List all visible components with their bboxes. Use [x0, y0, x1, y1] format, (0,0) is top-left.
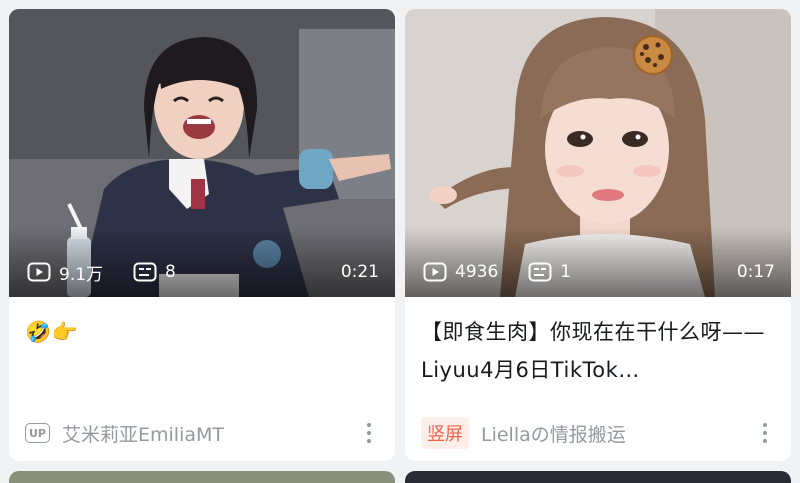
next-video-card-peek[interactable]	[405, 471, 791, 483]
author-name[interactable]: 艾米莉亚EmiliaMT	[62, 420, 224, 447]
view-count: 4936	[423, 262, 498, 282]
next-video-card-peek[interactable]	[9, 471, 395, 483]
video-stats: 4936 1 0:17	[423, 259, 775, 285]
more-vertical-icon[interactable]	[755, 418, 775, 448]
comment-count: 8	[133, 262, 176, 282]
video-thumbnail[interactable]: 9.1万 8 0:21	[9, 9, 395, 297]
video-title[interactable]: 🤣👉	[25, 313, 377, 351]
video-duration: 0:21	[340, 262, 379, 282]
view-count: 9.1万	[27, 260, 103, 285]
play-count-icon	[27, 262, 51, 282]
comment-count: 1	[528, 262, 571, 282]
play-count-icon	[423, 262, 447, 282]
up-badge: UP	[25, 423, 50, 443]
video-title[interactable]: 【即食生肉】你现在在干什么呀——Liyuu4月6日TikTok…	[421, 313, 773, 389]
author-name[interactable]: Liellaの情报搬运	[481, 420, 626, 447]
video-duration: 0:17	[736, 262, 775, 282]
danmaku-icon	[528, 262, 552, 282]
more-vertical-icon[interactable]	[359, 418, 379, 448]
video-meta: 竖屏 Liellaの情报搬运	[421, 413, 781, 453]
video-card[interactable]: 4936 1 0:17 【即食生肉】你现在在干什么呀——Liyuu4月6日Tik…	[405, 9, 791, 461]
cookie-sticker-icon	[633, 35, 673, 75]
video-meta: UP 艾米莉亚EmiliaMT	[25, 413, 385, 453]
video-card[interactable]: 9.1万 8 0:21 🤣👉 UP 艾米莉亚EmiliaMT	[9, 9, 395, 461]
vertical-video-tag: 竖屏	[421, 417, 469, 449]
video-thumbnail[interactable]: 4936 1 0:17	[405, 9, 791, 297]
danmaku-icon	[133, 262, 157, 282]
video-stats: 9.1万 8 0:21	[27, 259, 379, 285]
